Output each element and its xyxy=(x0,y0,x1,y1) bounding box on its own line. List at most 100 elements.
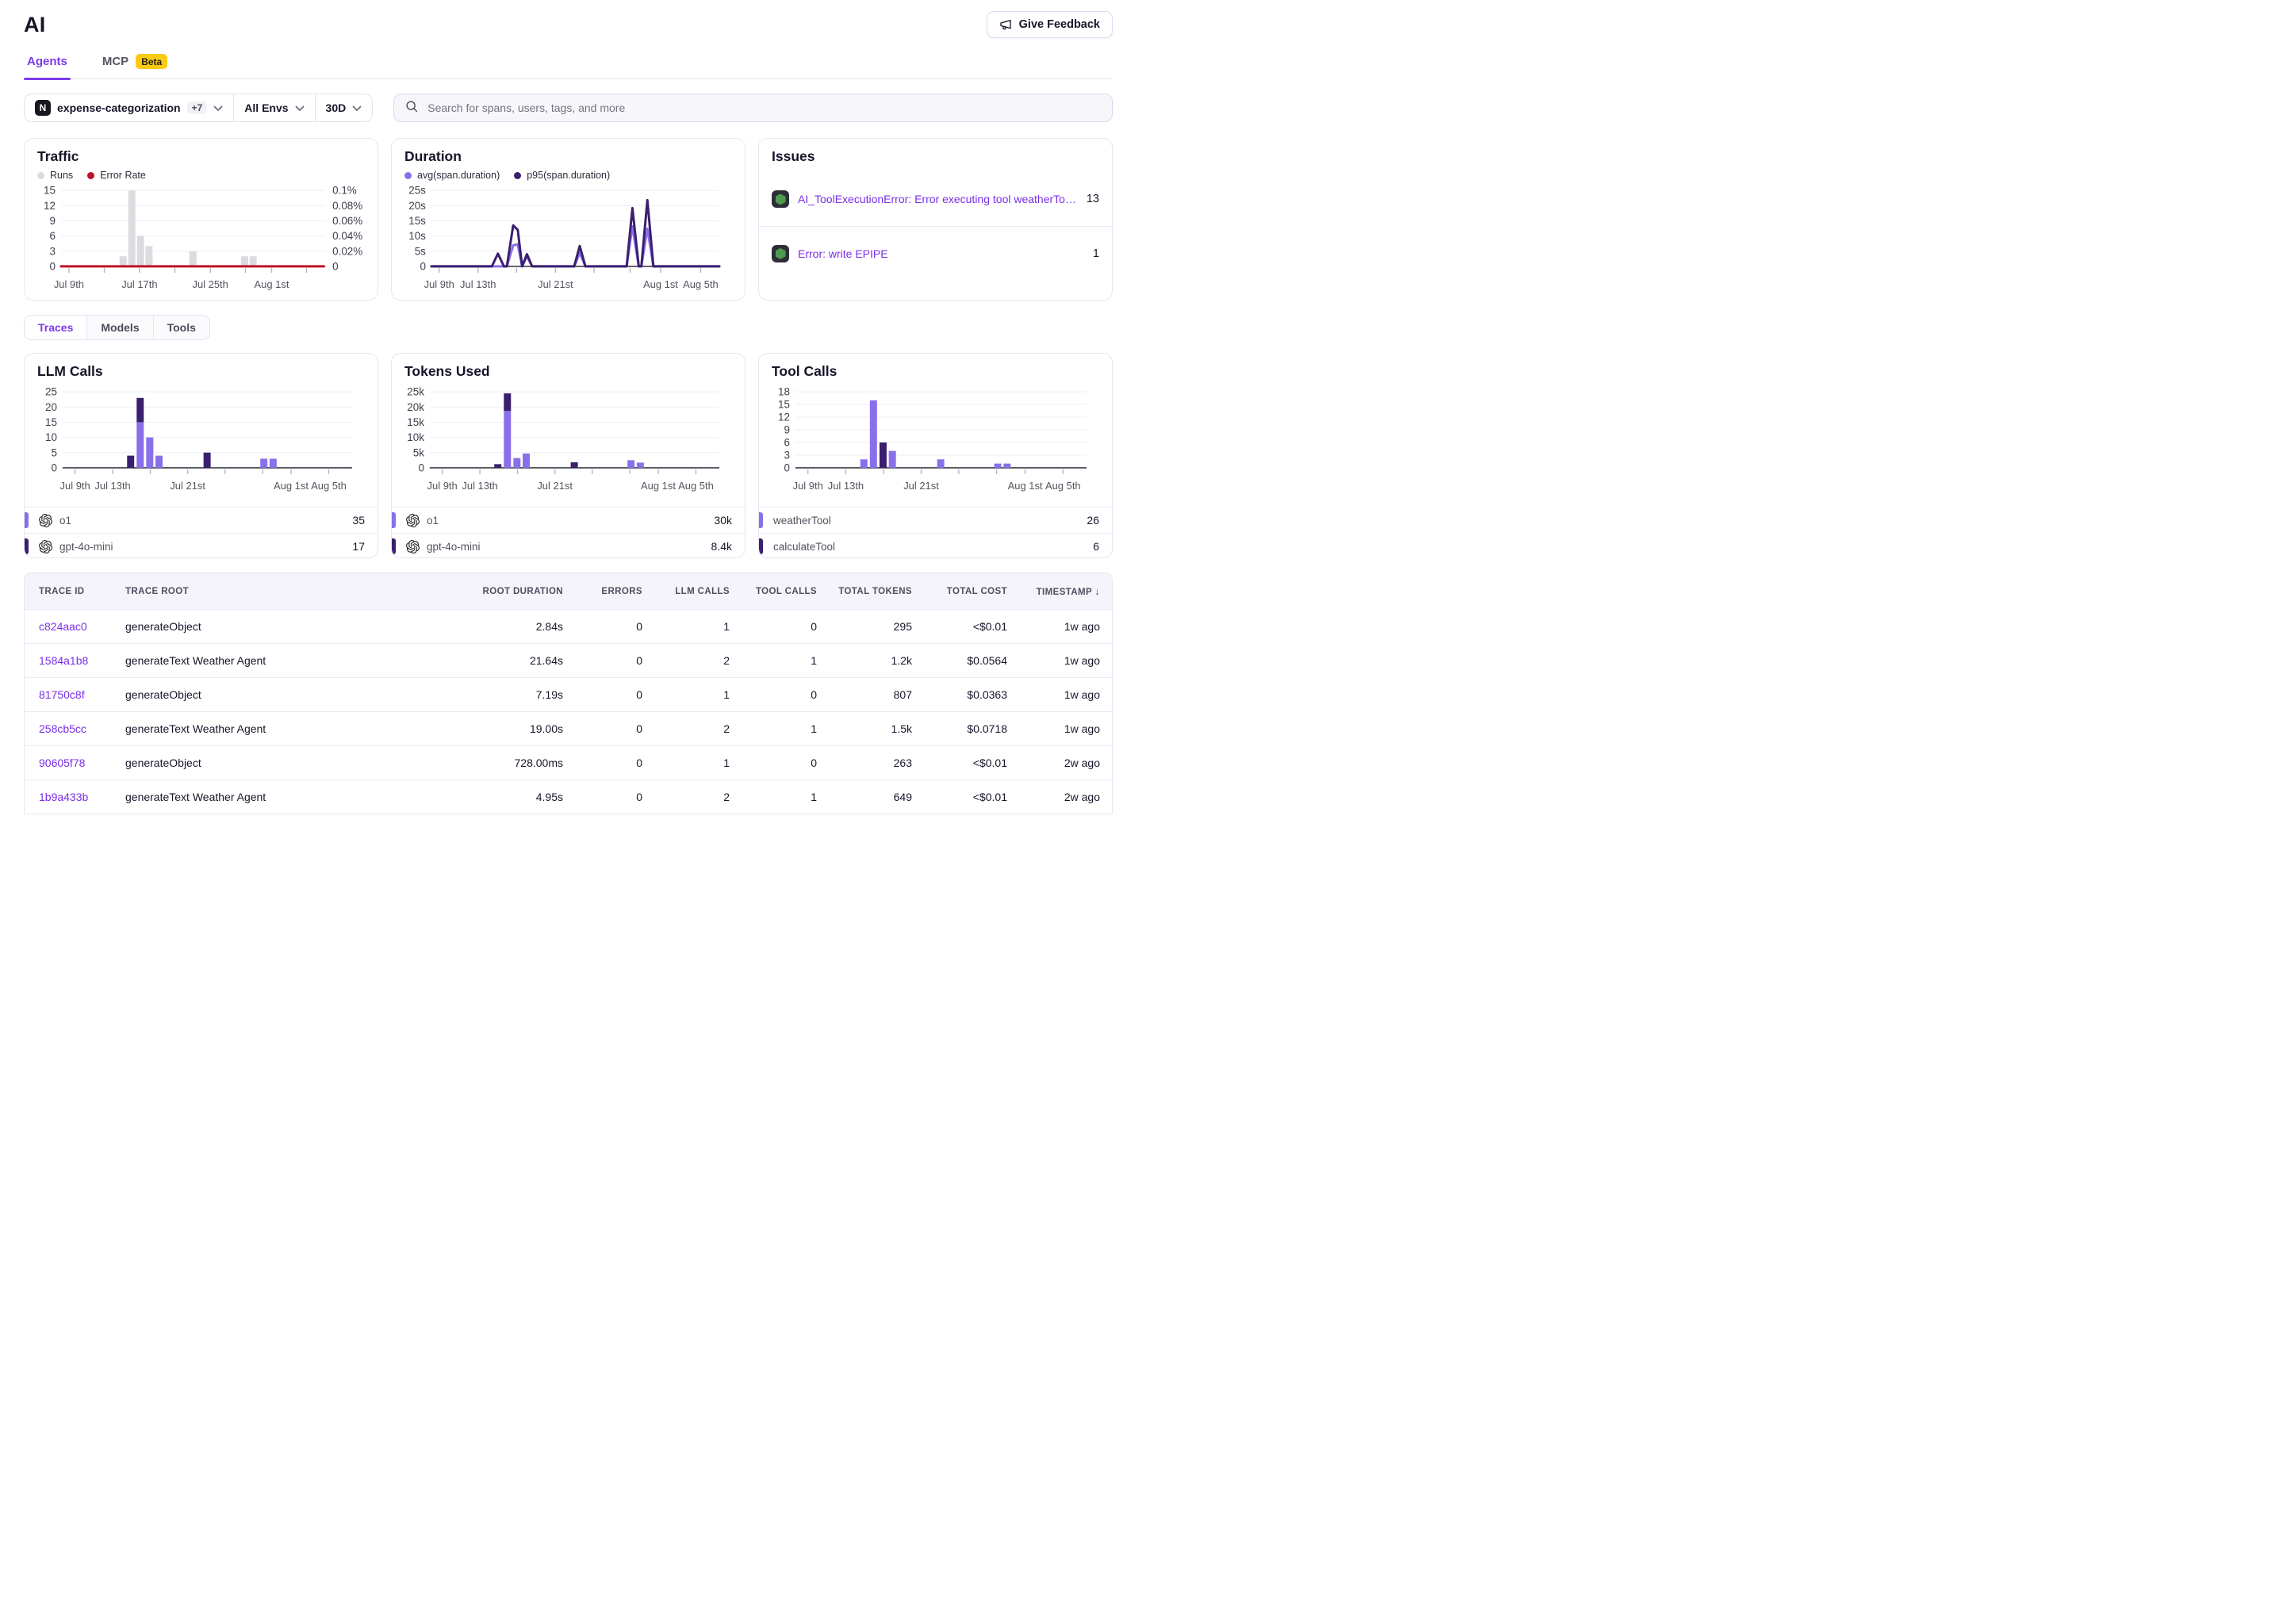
trace-id-link[interactable]: c824aac0 xyxy=(39,620,87,633)
duration-card: Duration avg(span.duration)p95(span.dura… xyxy=(391,138,746,301)
llm-calls-title: LLM Calls xyxy=(37,363,365,379)
trace-id-cell[interactable]: 258cb5cc xyxy=(25,722,112,735)
column-header-total-tokens[interactable]: TOTAL TOKENS xyxy=(817,587,912,596)
table-row[interactable]: c824aac0generateObject2.84s010295<$0.011… xyxy=(25,609,1112,643)
series-value: 8.4k xyxy=(711,540,732,553)
trace-id-cell[interactable]: 81750c8f xyxy=(25,688,112,701)
timestamp-value[interactable]: 2w ago xyxy=(1064,791,1100,803)
series-row[interactable]: o130k xyxy=(392,507,745,533)
table-row[interactable]: 1584a1b8generateText Weather Agent21.64s… xyxy=(25,643,1112,677)
issue-link[interactable]: AI_ToolExecutionError: Error executing t… xyxy=(798,193,1078,205)
table-header: TRACE IDTRACE ROOTROOT DURATIONERRORSLLM… xyxy=(25,573,1112,609)
total-cost-cell: $0.0363 xyxy=(912,688,1007,701)
trace-id-link[interactable]: 1b9a433b xyxy=(39,791,88,803)
column-header-trace-id[interactable]: TRACE ID xyxy=(25,587,112,596)
legend-label: Runs xyxy=(50,170,73,181)
series-row[interactable]: calculateTool6 xyxy=(759,533,1112,558)
table-row[interactable]: 81750c8fgenerateObject7.19s010807$0.0363… xyxy=(25,677,1112,711)
series-value: 17 xyxy=(352,540,365,553)
table-row[interactable]: 258cb5ccgenerateText Weather Agent19.00s… xyxy=(25,711,1112,745)
svg-text:6: 6 xyxy=(49,230,55,242)
openai-icon xyxy=(406,540,420,553)
total-tokens-cell: 295 xyxy=(817,620,912,633)
svg-text:0.08%: 0.08% xyxy=(332,200,362,212)
series-row[interactable]: weatherTool26 xyxy=(759,507,1112,533)
svg-text:10k: 10k xyxy=(407,431,424,443)
table-row[interactable]: 1b9a433bgenerateText Weather Agent4.95s0… xyxy=(25,779,1112,814)
column-header-errors[interactable]: ERRORS xyxy=(563,587,642,596)
timestamp-cell: 2w ago xyxy=(1007,791,1100,803)
series-color-chip xyxy=(759,512,763,528)
svg-text:Jul 13th: Jul 13th xyxy=(828,480,864,492)
trace-id-cell[interactable]: c824aac0 xyxy=(25,620,112,633)
svg-text:Jul 21st: Jul 21st xyxy=(170,480,205,492)
tool-calls-cell: 0 xyxy=(730,620,817,633)
series-row[interactable]: gpt-4o-mini8.4k xyxy=(392,533,745,558)
svg-text:Aug 1st: Aug 1st xyxy=(255,278,289,290)
svg-text:0.02%: 0.02% xyxy=(332,246,362,258)
llm-chart-svg: 2520151050Jul 9thJul 13thJul 21stAug 1st… xyxy=(37,384,365,503)
trace-id-link[interactable]: 90605f78 xyxy=(39,756,85,769)
errors-cell: 0 xyxy=(563,791,642,803)
legend-item[interactable]: Runs xyxy=(37,170,73,181)
tab-tools[interactable]: Tools xyxy=(153,316,209,339)
timestamp-value[interactable]: 2w ago xyxy=(1064,756,1100,769)
svg-text:20: 20 xyxy=(45,401,57,413)
timestamp-value[interactable]: 1w ago xyxy=(1064,688,1100,701)
svg-text:Jul 25th: Jul 25th xyxy=(192,278,228,290)
table-row[interactable]: 90605f78generateObject728.00ms010263<$0.… xyxy=(25,745,1112,779)
svg-text:20s: 20s xyxy=(408,200,426,212)
svg-text:25s: 25s xyxy=(408,185,426,197)
issue-link[interactable]: Error: write EPIPE xyxy=(798,247,1084,260)
openai-icon xyxy=(39,514,52,527)
timestamp-value[interactable]: 1w ago xyxy=(1064,654,1100,667)
column-header-tool-calls[interactable]: TOOL CALLS xyxy=(730,587,817,596)
trace-id-cell[interactable]: 1584a1b8 xyxy=(25,654,112,667)
search-bar xyxy=(393,94,1113,122)
tool-calls-cell: 1 xyxy=(730,722,817,735)
column-header-total-cost[interactable]: TOTAL COST xyxy=(912,587,1007,596)
sort-desc-icon: ↓ xyxy=(1094,585,1100,597)
total-cost-cell: $0.0564 xyxy=(912,654,1007,667)
issue-count: 13 xyxy=(1087,193,1099,205)
trace-id-link[interactable]: 81750c8f xyxy=(39,688,85,701)
svg-text:Aug 5th: Aug 5th xyxy=(1045,480,1081,492)
tab-mcp[interactable]: MCP Beta xyxy=(99,54,171,79)
column-header-trace-root[interactable]: TRACE ROOT xyxy=(112,587,456,596)
project-selector[interactable]: N expense-categorization +7 xyxy=(25,94,233,121)
column-header-root-duration[interactable]: ROOT DURATION xyxy=(456,587,563,596)
timestamp-value[interactable]: 1w ago xyxy=(1064,620,1100,633)
legend-dot xyxy=(404,172,412,179)
timestamp-cell: 1w ago xyxy=(1007,722,1100,735)
trace-id-link[interactable]: 258cb5cc xyxy=(39,722,86,735)
tab-agents[interactable]: Agents xyxy=(24,54,71,79)
date-range-selector[interactable]: 30D xyxy=(315,94,373,121)
top-bar: AI Give Feedback xyxy=(24,0,1113,38)
env-selector[interactable]: All Envs xyxy=(233,94,314,121)
issues-card: Issues AI_ToolExecutionError: Error exec… xyxy=(758,138,1113,301)
series-row[interactable]: gpt-4o-mini17 xyxy=(25,533,378,558)
timestamp-value[interactable]: 1w ago xyxy=(1064,722,1100,735)
llm-calls-chart: 2520151050Jul 9thJul 13thJul 21stAug 1st… xyxy=(25,384,378,507)
legend-item[interactable]: Error Rate xyxy=(87,170,146,181)
table-body: c824aac0generateObject2.84s010295<$0.011… xyxy=(25,609,1112,814)
search-input[interactable] xyxy=(426,101,1101,115)
svg-text:Aug 1st: Aug 1st xyxy=(274,480,309,492)
issue-row[interactable]: Error: write EPIPE 1 xyxy=(759,226,1112,280)
tab-traces[interactable]: Traces xyxy=(25,316,86,339)
series-row[interactable]: o135 xyxy=(25,507,378,533)
root-duration-cell: 2.84s xyxy=(456,620,563,633)
column-header-timestamp[interactable]: TIMESTAMP↓ xyxy=(1007,585,1100,597)
legend-dot xyxy=(514,172,521,179)
trace-id-cell[interactable]: 1b9a433b xyxy=(25,791,112,803)
trace-id-link[interactable]: 1584a1b8 xyxy=(39,654,88,667)
total-tokens-cell: 649 xyxy=(817,791,912,803)
legend-item[interactable]: p95(span.duration) xyxy=(514,170,610,181)
give-feedback-button[interactable]: Give Feedback xyxy=(987,11,1113,38)
legend-item[interactable]: avg(span.duration) xyxy=(404,170,500,181)
tab-models[interactable]: Models xyxy=(86,316,152,339)
column-header-llm-calls[interactable]: LLM CALLS xyxy=(642,587,730,596)
trace-root-cell: generateText Weather Agent xyxy=(112,722,456,735)
issue-row[interactable]: AI_ToolExecutionError: Error executing t… xyxy=(759,172,1112,226)
trace-id-cell[interactable]: 90605f78 xyxy=(25,756,112,769)
